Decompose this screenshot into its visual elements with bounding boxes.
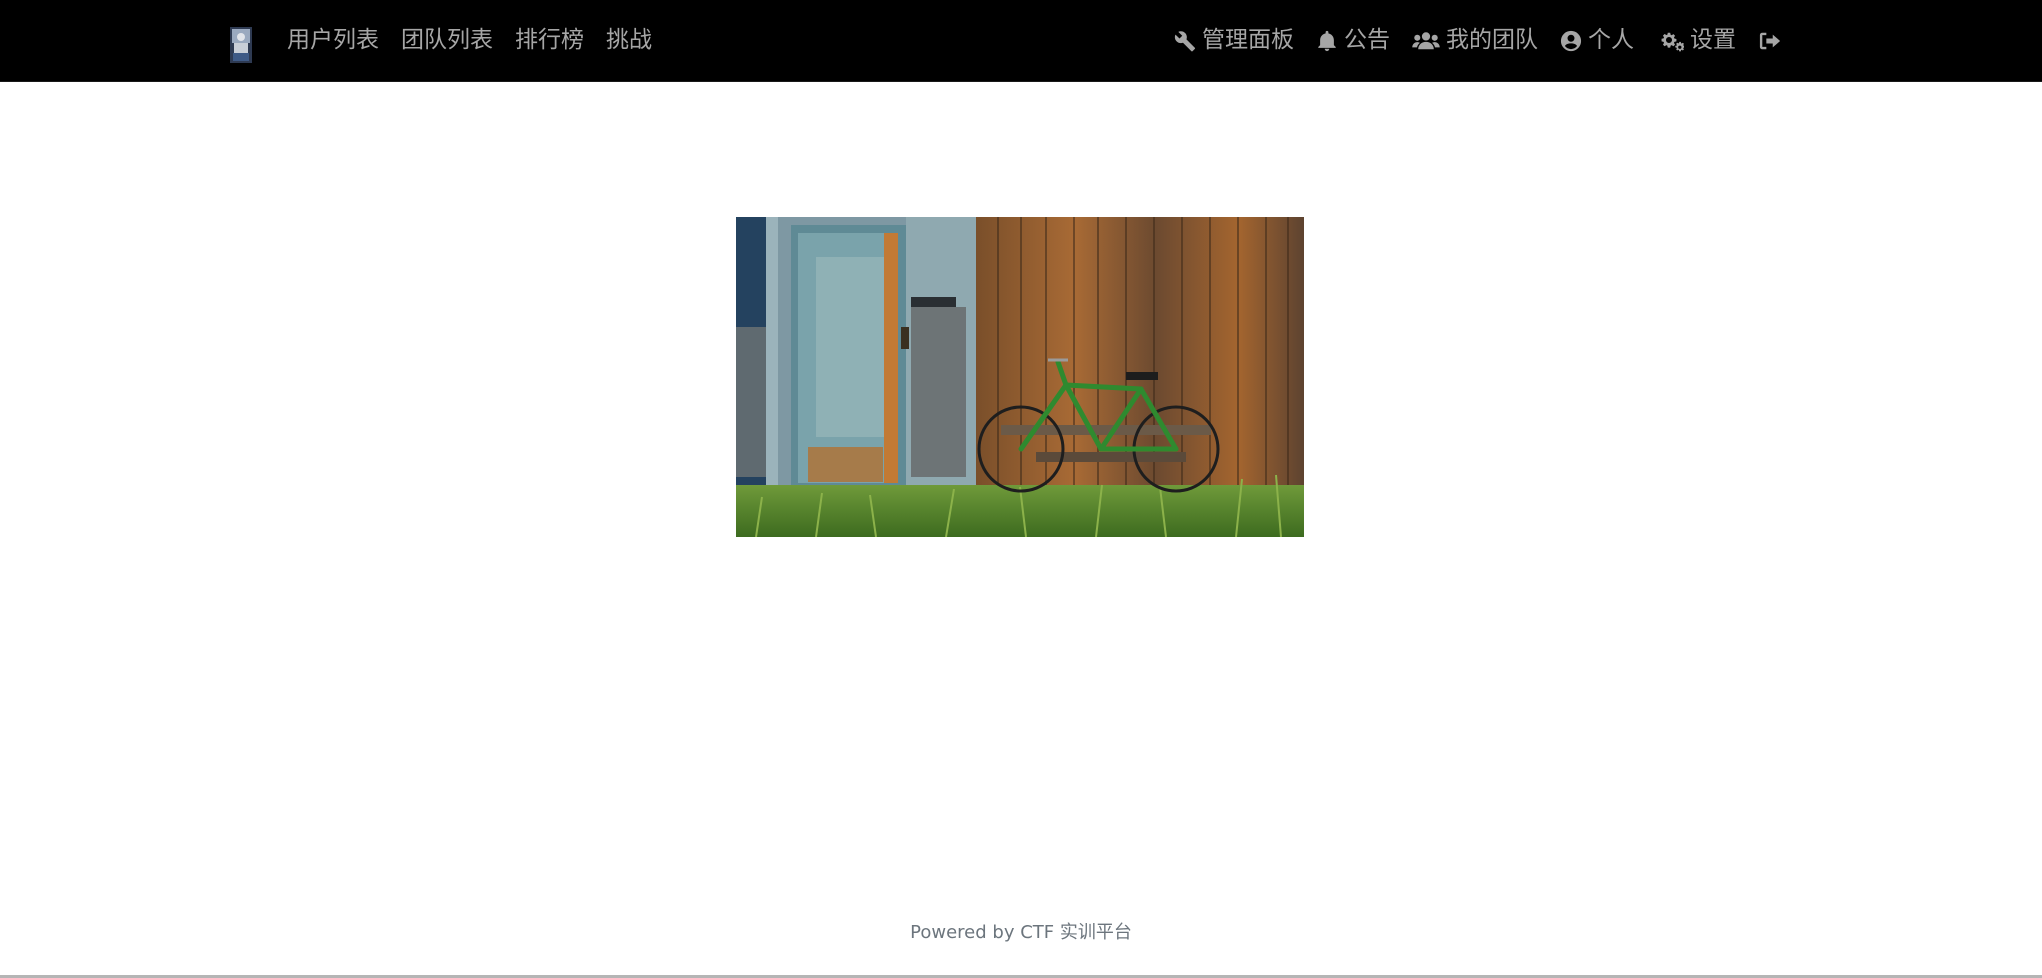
footer-text: Powered by CTF 实训平台 xyxy=(910,922,1132,943)
nav-settings[interactable]: 设置 xyxy=(1645,29,1747,52)
nav-scoreboard[interactable]: 排行榜 xyxy=(504,29,595,52)
top-navbar: 用户列表 团队列表 排行榜 挑战 管理面板 公告 我的团队 个人 设置 xyxy=(0,0,2042,82)
nav-users[interactable]: 用户列表 xyxy=(276,29,390,52)
hero-image xyxy=(736,217,1304,537)
nav-left-menu: 用户列表 团队列表 排行榜 挑战 xyxy=(276,0,663,81)
nav-users-label: 用户列表 xyxy=(287,27,379,53)
nav-logout[interactable] xyxy=(1747,30,1793,52)
nav-my-team-label: 我的团队 xyxy=(1446,27,1538,53)
page: 用户列表 团队列表 排行榜 挑战 管理面板 公告 我的团队 个人 设置 Powe… xyxy=(0,0,2042,978)
nav-teams[interactable]: 团队列表 xyxy=(390,29,504,52)
nav-challenges[interactable]: 挑战 xyxy=(595,29,663,52)
nav-my-team[interactable]: 我的团队 xyxy=(1401,29,1549,52)
nav-challenges-label: 挑战 xyxy=(606,27,652,53)
bell-icon xyxy=(1316,30,1338,52)
footer: Powered by CTF 实训平台 xyxy=(0,918,2042,944)
nav-notifications-label: 公告 xyxy=(1344,27,1390,53)
nav-profile-label: 个人 xyxy=(1588,27,1634,53)
users-icon xyxy=(1412,30,1440,52)
logo-image xyxy=(230,27,252,63)
brand-logo[interactable] xyxy=(230,27,252,63)
nav-scoreboard-label: 排行榜 xyxy=(515,27,584,53)
gears-icon xyxy=(1656,30,1684,52)
user-circle-icon xyxy=(1560,30,1582,52)
nav-admin-panel-label: 管理面板 xyxy=(1202,27,1294,53)
wrench-icon xyxy=(1174,30,1196,52)
nav-teams-label: 团队列表 xyxy=(401,27,493,53)
nav-notifications[interactable]: 公告 xyxy=(1305,29,1401,52)
nav-right-menu: 管理面板 公告 我的团队 个人 设置 xyxy=(1163,0,1793,81)
nav-profile[interactable]: 个人 xyxy=(1549,29,1645,52)
nav-admin-panel[interactable]: 管理面板 xyxy=(1163,29,1305,52)
nav-settings-label: 设置 xyxy=(1690,27,1736,53)
sign-out-icon xyxy=(1758,30,1782,52)
